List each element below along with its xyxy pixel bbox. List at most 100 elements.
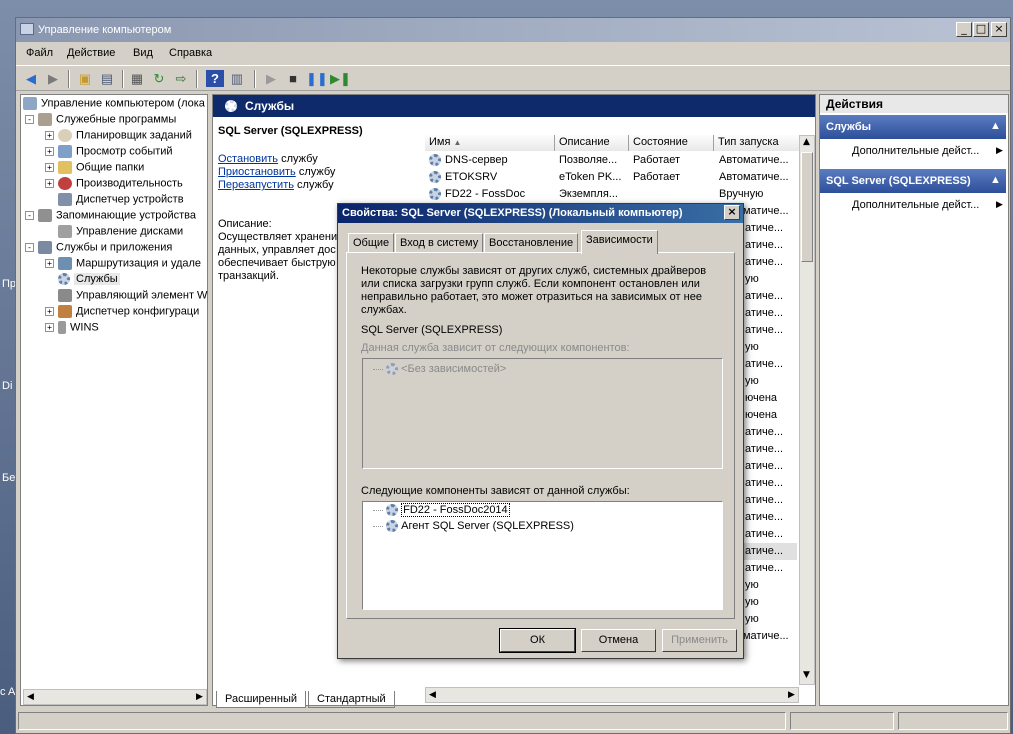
- dependent-item[interactable]: FD22 - FossDoc2014: [373, 503, 510, 517]
- dialog-close-button[interactable]: ×: [724, 205, 740, 220]
- collapse-icon[interactable]: -: [25, 115, 34, 124]
- pause-link[interactable]: Приостановить: [218, 166, 296, 178]
- sort-asc-icon: ▲: [453, 138, 462, 147]
- action-pane-icon[interactable]: ▥: [228, 70, 246, 87]
- expand-icon[interactable]: +: [45, 163, 54, 172]
- properties-icon[interactable]: ▦: [128, 70, 146, 87]
- actions-panel: Действия Службы ▲ Дополнительные дейст...…: [819, 94, 1009, 706]
- table-row[interactable]: FD22 - FossDoc Экземпля... Вручную: [425, 186, 797, 203]
- tree-item[interactable]: Управление дисками: [58, 225, 183, 241]
- scroll-left-icon[interactable]: ◀: [27, 692, 34, 702]
- cell-startup: атиче...: [745, 324, 784, 336]
- collapse-arrow-icon[interactable]: ▲: [990, 120, 1001, 132]
- cell-description: eToken PK...: [559, 171, 622, 183]
- actions-section-sqlserver[interactable]: SQL Server (SQLEXPRESS) ▲: [820, 169, 1006, 193]
- export-icon[interactable]: ⇨: [172, 70, 190, 87]
- tree-item[interactable]: - Запоминающие устройства: [25, 209, 196, 225]
- minimize-button[interactable]: _: [956, 22, 972, 37]
- column-startup-type[interactable]: Тип запуска: [714, 135, 800, 151]
- up-folder-icon[interactable]: ▣: [76, 70, 94, 87]
- expand-icon[interactable]: +: [45, 147, 54, 156]
- expand-icon[interactable]: +: [45, 259, 54, 268]
- ok-button[interactable]: ОК: [499, 628, 576, 653]
- expand-icon[interactable]: +: [45, 179, 54, 188]
- tree-item[interactable]: + Планировщик заданий: [45, 129, 192, 145]
- table-row[interactable]: ETOKSRV eToken PK... Работает Автоматиче...: [425, 169, 797, 186]
- cell-startup: ую: [745, 579, 759, 591]
- cell-startup: атиче...: [745, 256, 784, 268]
- more-actions-sqlserver[interactable]: Дополнительные дейст...: [852, 199, 979, 211]
- column-status[interactable]: Состояние: [629, 135, 714, 151]
- table-row[interactable]: DNS-сервер Позволяе... Работает Автоматиче.…: [425, 152, 797, 169]
- list-vscrollbar[interactable]: ▲ ▼: [799, 135, 815, 685]
- services-header: Службы: [213, 95, 815, 117]
- tree-hscrollbar[interactable]: ◀ ▶: [23, 689, 207, 705]
- apply-button[interactable]: Применить: [662, 629, 737, 652]
- cancel-button[interactable]: Отмена: [581, 629, 656, 652]
- column-description[interactable]: Описание: [555, 135, 629, 151]
- stop-service-icon[interactable]: ■: [284, 70, 302, 87]
- dependent-item[interactable]: Агент SQL Server (SQLEXPRESS): [373, 520, 574, 533]
- refresh-icon[interactable]: ↻: [150, 70, 168, 87]
- tab-general[interactable]: Общие: [348, 233, 395, 253]
- tree-item[interactable]: + Общие папки: [45, 161, 144, 177]
- tab-dependencies[interactable]: Зависимости: [581, 230, 658, 254]
- restart-link[interactable]: Перезапустить: [218, 179, 294, 191]
- help-icon[interactable]: ?: [206, 70, 224, 87]
- tree-item[interactable]: + Производительность: [45, 177, 183, 193]
- submenu-arrow-icon: ▶: [996, 145, 1003, 155]
- tree-item[interactable]: - Служебные программы: [25, 113, 176, 129]
- status-cell: [790, 712, 894, 730]
- tree-item-services[interactable]: Службы: [58, 273, 120, 289]
- dialog-titlebar[interactable]: Свойства: SQL Server (SQLEXPRESS) (Локал…: [338, 204, 743, 223]
- tree-item[interactable]: + Диспетчер конфигураци: [45, 305, 199, 321]
- expand-icon[interactable]: +: [45, 323, 54, 332]
- scroll-down-icon[interactable]: ▼: [803, 670, 810, 680]
- tab-standard[interactable]: Стандартный: [308, 691, 395, 708]
- cell-startup: атиче...: [745, 494, 784, 506]
- actions-section-services[interactable]: Службы ▲: [820, 115, 1006, 139]
- expand-icon[interactable]: +: [45, 131, 54, 140]
- toolbar-separator: [122, 70, 124, 88]
- tree-item[interactable]: + WINS: [45, 321, 99, 337]
- tree-item[interactable]: + Маршрутизация и удале: [45, 257, 201, 273]
- expand-icon[interactable]: +: [45, 307, 54, 316]
- scroll-thumb[interactable]: [801, 152, 813, 262]
- menu-file[interactable]: Файл: [26, 47, 53, 59]
- tree-item[interactable]: Управляющий элемент W: [58, 289, 207, 305]
- tab-recovery[interactable]: Восстановление: [484, 233, 579, 253]
- collapse-icon[interactable]: -: [25, 243, 34, 252]
- maximize-button[interactable]: □: [973, 22, 989, 37]
- forward-icon[interactable]: ▶: [44, 70, 62, 87]
- cell-startup: ую: [745, 341, 759, 353]
- tab-extended[interactable]: Расширенный: [216, 691, 306, 708]
- close-button[interactable]: ×: [991, 22, 1007, 37]
- cell-startup: ючена: [745, 409, 778, 421]
- window-titlebar[interactable]: Управление компьютером _ □ ×: [16, 18, 1010, 42]
- pause-service-icon[interactable]: ❚❚: [306, 70, 328, 87]
- properties-dialog: Свойства: SQL Server (SQLEXPRESS) (Локал…: [337, 203, 744, 659]
- back-icon[interactable]: ◀: [22, 70, 40, 87]
- menu-help[interactable]: Справка: [169, 47, 212, 59]
- menu-view[interactable]: Вид: [133, 47, 153, 59]
- scroll-up-icon[interactable]: ▲: [803, 137, 810, 147]
- dialog-title: Свойства: SQL Server (SQLEXPRESS) (Локал…: [342, 207, 683, 219]
- tree-item[interactable]: Диспетчер устройств: [58, 193, 184, 209]
- start-service-icon[interactable]: ▶: [262, 70, 280, 87]
- show-tree-icon[interactable]: ▤: [98, 70, 116, 87]
- tools-icon: [38, 113, 52, 126]
- stop-link[interactable]: Остановить: [218, 153, 278, 165]
- tree-root[interactable]: Управление компьютером (лока: [23, 97, 205, 113]
- restart-service-icon[interactable]: ▶❚: [330, 70, 351, 87]
- cell-startup: атиче...: [745, 545, 784, 557]
- collapse-icon[interactable]: -: [25, 211, 34, 220]
- scroll-right-icon[interactable]: ▶: [788, 690, 795, 700]
- scroll-right-icon[interactable]: ▶: [196, 692, 203, 702]
- tree-item[interactable]: - Службы и приложения: [25, 241, 172, 257]
- menu-action[interactable]: Действие: [67, 47, 115, 59]
- collapse-arrow-icon[interactable]: ▲: [990, 174, 1001, 186]
- tab-logon[interactable]: Вход в систему: [395, 233, 484, 253]
- more-actions-services[interactable]: Дополнительные дейст...: [852, 145, 979, 157]
- tree-item[interactable]: + Просмотр событий: [45, 145, 173, 161]
- column-name[interactable]: Имя ▲: [425, 135, 555, 151]
